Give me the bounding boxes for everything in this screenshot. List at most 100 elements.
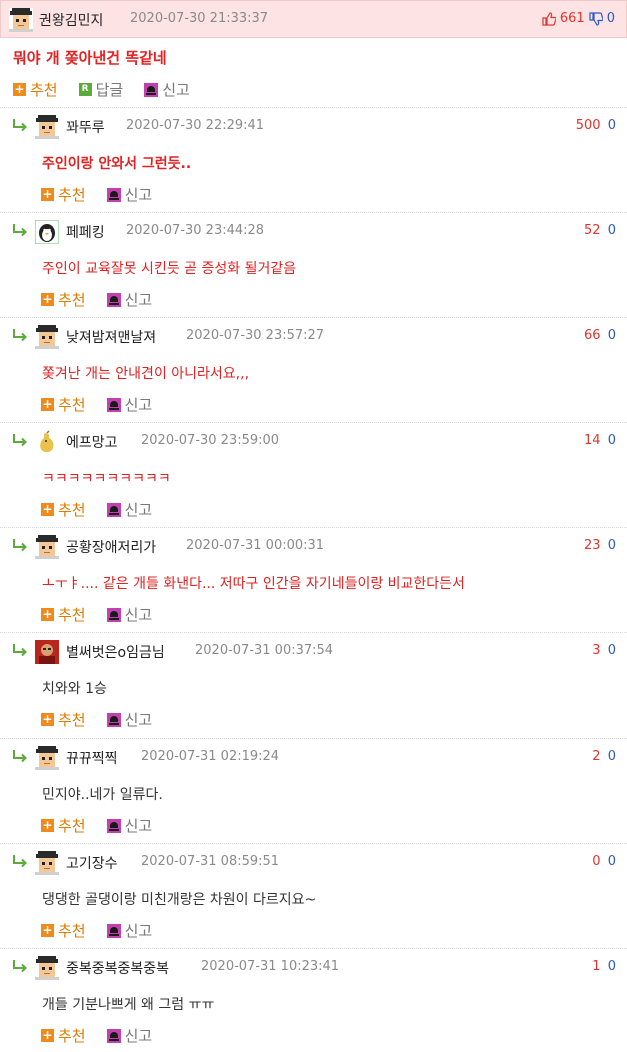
- reply-actions: + 추천 신고: [41, 815, 173, 836]
- report-button[interactable]: 신고: [144, 79, 190, 100]
- upvote-count[interactable]: 14: [584, 433, 601, 448]
- plus-icon: +: [41, 607, 54, 621]
- thumbs-down-icon[interactable]: [589, 11, 603, 26]
- downvote-count[interactable]: 0: [608, 328, 616, 343]
- recommend-button[interactable]: + 추천: [41, 499, 86, 520]
- reply-author[interactable]: 공황장애저리가: [66, 537, 156, 557]
- report-siren-icon: [106, 292, 121, 307]
- reply-arrow-icon: [13, 119, 27, 132]
- reply-vote-counts: 0 0: [592, 854, 616, 869]
- report-siren-icon: [106, 502, 121, 517]
- reply-actions: + 추천 신고: [41, 289, 173, 310]
- downvote-count[interactable]: 0: [608, 118, 616, 133]
- recommend-button[interactable]: + 추천: [41, 815, 86, 836]
- default-avatar-icon[interactable]: [35, 535, 59, 559]
- downvote-count[interactable]: 0: [608, 538, 616, 553]
- report-label: 신고: [124, 396, 153, 414]
- plus-icon: +: [41, 502, 54, 516]
- report-button[interactable]: 신고: [106, 184, 152, 205]
- comment-body: 뭐야 개 쫒아낸건 똑같네: [13, 49, 167, 67]
- reply-arrow-icon: [13, 539, 27, 552]
- recommend-button[interactable]: + 추천: [41, 604, 86, 625]
- reply-author[interactable]: 고기장수: [66, 853, 118, 873]
- report-button[interactable]: 신고: [106, 815, 153, 836]
- report-siren-icon: [106, 923, 121, 938]
- upvote-count[interactable]: 3: [592, 643, 600, 658]
- recommend-button[interactable]: + 추천: [41, 709, 86, 730]
- report-label: 신고: [124, 291, 153, 309]
- reply-arrow-icon: [13, 434, 27, 447]
- upvote-count[interactable]: 66: [584, 328, 601, 343]
- report-button[interactable]: 신고: [106, 604, 152, 625]
- default-avatar-icon[interactable]: [35, 956, 59, 980]
- reply-author[interactable]: 낮져밤져맨날져: [66, 327, 156, 347]
- recommend-button[interactable]: + 추천: [41, 1025, 86, 1046]
- reply-item: 페페킹 2020-07-30 23:44:28 52 0 주인이 교육잘못 시킨…: [0, 212, 627, 316]
- recommend-label: 추천: [58, 817, 86, 835]
- downvote-count[interactable]: 0: [608, 223, 616, 238]
- report-siren-icon: [106, 712, 121, 727]
- default-avatar-icon[interactable]: [35, 851, 59, 875]
- default-avatar-icon[interactable]: [9, 8, 33, 32]
- plus-icon: +: [41, 923, 54, 937]
- divider: [0, 212, 627, 213]
- downvote-count[interactable]: 0: [608, 854, 616, 869]
- reply-author[interactable]: 뀨뀨찍찍: [66, 748, 118, 768]
- recommend-button[interactable]: + 추천: [41, 289, 86, 310]
- report-button[interactable]: 신고: [106, 1025, 152, 1046]
- recommend-label: 추천: [58, 396, 86, 414]
- plus-icon: +: [41, 1028, 54, 1042]
- penguin-avatar-icon[interactable]: [35, 220, 59, 244]
- reply-actions: + 추천 신고: [41, 709, 173, 730]
- reply-author[interactable]: 페페킹: [66, 222, 105, 242]
- downvote-count[interactable]: 0: [608, 749, 616, 764]
- reply-arrow-icon: [13, 750, 27, 763]
- reply-author[interactable]: 별써벗은o임금님: [66, 642, 165, 662]
- upvote-count[interactable]: 52: [584, 223, 601, 238]
- downvote-count[interactable]: 0: [608, 433, 616, 448]
- report-label: 신고: [124, 922, 153, 940]
- report-button[interactable]: 신고: [106, 920, 153, 941]
- report-button[interactable]: 신고: [106, 499, 153, 520]
- plus-icon: +: [41, 712, 54, 726]
- reply-author[interactable]: 꽈뚜루: [66, 117, 105, 137]
- comment-author[interactable]: 권왕김민지: [39, 10, 103, 30]
- default-avatar-icon[interactable]: [35, 746, 59, 770]
- reply-author[interactable]: 중복중복중복중복: [66, 958, 169, 978]
- upvote-count[interactable]: 2: [592, 749, 600, 764]
- reply-vote-counts: 66 0: [584, 328, 616, 343]
- reply-date: 2020-07-31 00:37:54: [195, 643, 334, 658]
- upvote-count[interactable]: 0: [592, 854, 600, 869]
- reply-arrow-icon: [13, 329, 27, 342]
- report-button[interactable]: 신고: [106, 709, 152, 730]
- downvote-count[interactable]: 0: [608, 959, 616, 974]
- reply-item: 중복중복중복중복 2020-07-31 10:23:41 1 0 개들 기분나쁘…: [0, 948, 627, 1052]
- default-avatar-icon[interactable]: [35, 115, 59, 139]
- photo-avatar-icon[interactable]: [35, 640, 59, 664]
- upvote-count[interactable]: 500: [576, 118, 601, 133]
- report-button[interactable]: 신고: [106, 289, 153, 310]
- recommend-button[interactable]: + 추천: [41, 184, 86, 205]
- reply-vote-counts: 500 0: [576, 118, 616, 133]
- reply-arrow-icon: [13, 855, 27, 868]
- mango-avatar-icon[interactable]: [35, 430, 59, 454]
- upvote-count[interactable]: 23: [584, 538, 601, 553]
- divider: [0, 107, 627, 108]
- report-label: 신고: [124, 501, 153, 519]
- divider: [0, 738, 627, 739]
- downvote-count[interactable]: 0: [608, 643, 616, 658]
- report-label: 신고: [124, 817, 153, 835]
- upvote-count[interactable]: 1: [592, 959, 600, 974]
- reply-author[interactable]: 에프망고: [66, 432, 118, 452]
- recommend-button[interactable]: + 추천: [13, 79, 58, 100]
- plus-icon: +: [41, 187, 54, 201]
- reply-date: 2020-07-30 23:44:28: [126, 223, 265, 238]
- recommend-button[interactable]: + 추천: [41, 394, 86, 415]
- thumbs-up-icon[interactable]: [542, 11, 556, 26]
- divider: [0, 527, 627, 528]
- report-button[interactable]: 신고: [106, 394, 153, 415]
- default-avatar-icon[interactable]: [35, 325, 59, 349]
- reply-button[interactable]: R 답글: [78, 79, 123, 100]
- recommend-button[interactable]: + 추천: [41, 920, 86, 941]
- report-siren-icon: [144, 82, 159, 97]
